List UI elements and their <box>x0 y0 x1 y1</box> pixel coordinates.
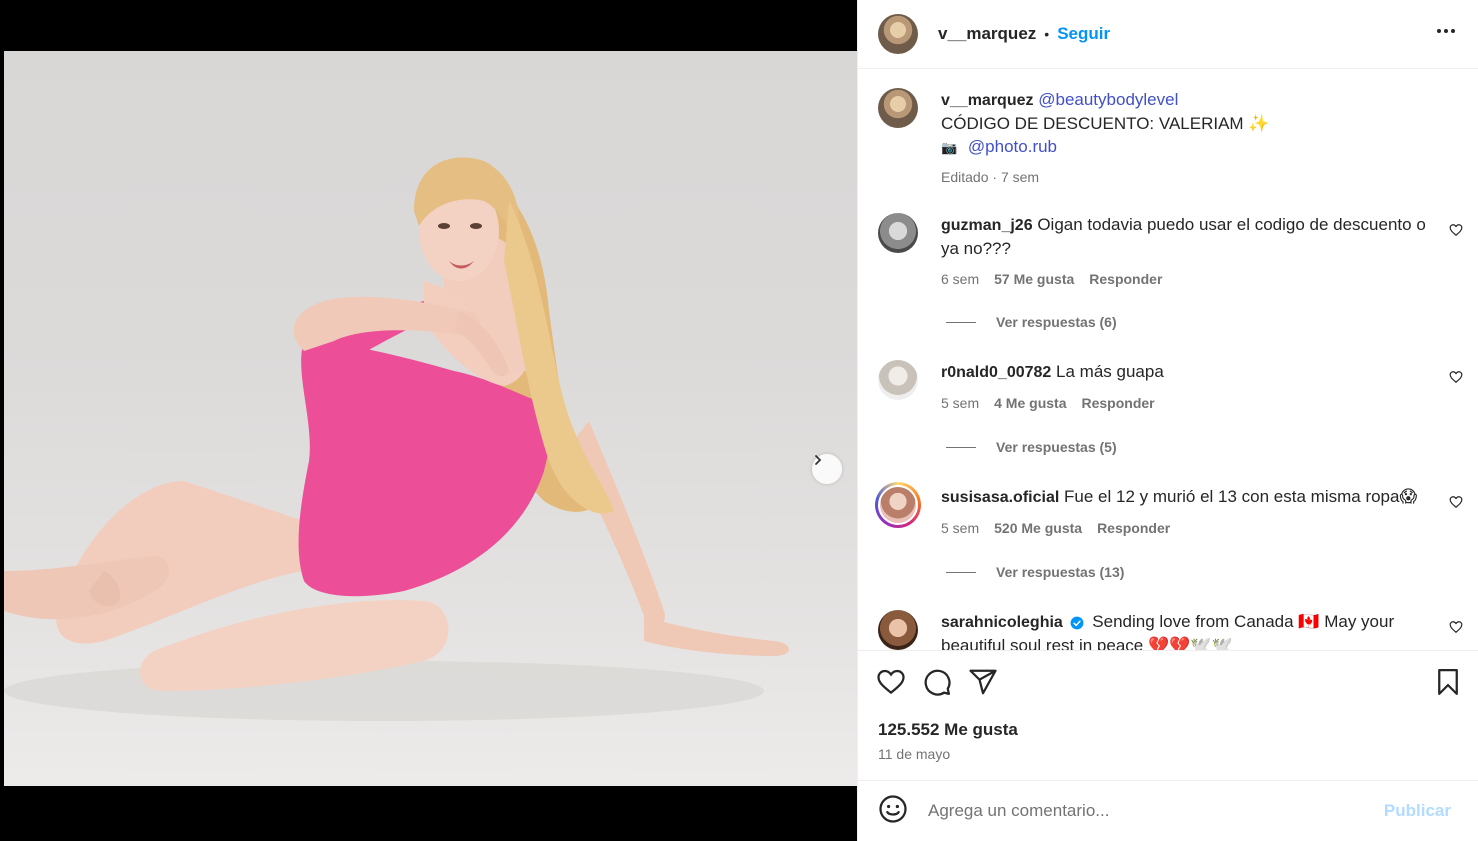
comment-username[interactable]: sarahnicoleghia <box>941 614 1063 631</box>
add-comment-bar: Publicar <box>858 780 1478 841</box>
follow-button[interactable]: Seguir <box>1057 24 1110 44</box>
comment-like-button[interactable] <box>1449 495 1463 514</box>
share-button[interactable] <box>968 667 998 702</box>
next-slide-button[interactable] <box>812 454 842 484</box>
comment-username[interactable]: r0nald0_00782 <box>941 364 1051 381</box>
comment-like-button[interactable] <box>1449 223 1463 242</box>
action-icons <box>876 667 998 702</box>
view-replies-button[interactable]: Ver respuestas (13) <box>946 564 1124 580</box>
comment-item: r0nald0_00782 La más guapa 5 sem 4 Me gu… <box>878 360 1463 415</box>
caption-avatar[interactable] <box>878 88 918 128</box>
chevron-right-icon <box>815 455 822 465</box>
view-replies-label: Ver respuestas (6) <box>996 314 1117 330</box>
caption-mention-beautybodylevel[interactable]: @beautybodylevel <box>1038 90 1178 109</box>
comment-likes[interactable]: 4 Me gusta <box>994 392 1066 415</box>
comment-item: susisasa.oficial Fue el 12 y murió el 13… <box>875 482 1463 540</box>
caption-edited-label: Editado <box>941 169 989 185</box>
verified-badge-icon <box>1070 616 1083 629</box>
camera-emoji: 📷 <box>941 140 958 155</box>
comment-text: La más guapa <box>1056 362 1164 381</box>
comment-input[interactable] <box>928 801 1368 821</box>
comment-icon <box>924 669 951 696</box>
author-username[interactable]: v__marquez <box>938 24 1036 44</box>
more-horizontal-icon <box>1437 29 1455 33</box>
caption-username[interactable]: v__marquez <box>941 92 1034 109</box>
send-icon <box>969 669 997 695</box>
reply-button[interactable]: Responder <box>1089 268 1162 291</box>
author-avatar[interactable] <box>878 14 918 54</box>
comment-like-button[interactable] <box>1449 370 1463 389</box>
heart-icon <box>1449 371 1463 384</box>
comment-time: 5 sem <box>941 395 980 411</box>
more-options-button[interactable] <box>1435 20 1457 47</box>
photo-illustration <box>4 157 789 721</box>
like-button[interactable] <box>876 667 906 702</box>
comment-button[interactable] <box>922 667 952 702</box>
post-panel: v__marquez • Seguir v__marquez @beautybo… <box>857 0 1478 841</box>
view-replies-label: Ver respuestas (13) <box>996 564 1125 580</box>
post-date[interactable]: 11 de mayo <box>878 746 950 762</box>
view-replies-label: Ver respuestas (5) <box>996 439 1117 455</box>
emoji-icon <box>879 794 907 823</box>
comment-item: sarahnicoleghia Sending love from Canada… <box>878 610 1463 650</box>
post-photo[interactable] <box>4 51 857 786</box>
comment-username[interactable]: susisasa.oficial <box>941 489 1059 506</box>
post-caption: v__marquez @beautybodylevel CÓDIGO DE DE… <box>878 88 1270 189</box>
publish-button[interactable]: Publicar <box>1384 801 1451 821</box>
replies-line <box>946 446 976 448</box>
post-header: v__marquez • Seguir <box>858 0 1478 69</box>
header-separator: • <box>1044 26 1050 42</box>
reply-button[interactable]: Responder <box>1081 392 1154 415</box>
bookmark-icon <box>1438 669 1458 695</box>
sparkles-emoji: ✨ <box>1248 114 1270 133</box>
emoji-button[interactable] <box>878 794 908 829</box>
caption-mention-photo-rub[interactable]: @photo.rub <box>968 137 1057 156</box>
comment-item: guzman_j26 Oigan todavia puedo usar el c… <box>878 213 1463 291</box>
post-media <box>4 0 857 841</box>
comment-time: 6 sem <box>941 271 980 287</box>
comment-username[interactable]: guzman_j26 <box>941 217 1033 234</box>
caption-time: 7 sem <box>1000 169 1040 185</box>
comments-section[interactable]: v__marquez @beautybodylevel CÓDIGO DE DE… <box>858 70 1478 650</box>
post-action-bar: 125.552 Me gusta 11 de mayo <box>858 650 1478 780</box>
comment-likes[interactable]: 57 Me gusta <box>994 268 1074 291</box>
comment-avatar[interactable] <box>878 360 918 400</box>
view-replies-button[interactable]: Ver respuestas (6) <box>946 314 1117 330</box>
save-button[interactable] <box>1433 667 1463 702</box>
comment-avatar[interactable] <box>878 213 918 253</box>
comment-time: 5 sem <box>941 520 980 536</box>
replies-line <box>946 321 976 323</box>
comment-avatar[interactable] <box>878 610 918 650</box>
likes-count[interactable]: 125.552 Me gusta <box>878 720 1018 740</box>
comment-like-button[interactable] <box>1449 620 1463 639</box>
heart-icon <box>877 669 905 695</box>
caption-meta-dot: · <box>992 169 998 185</box>
heart-icon <box>1449 496 1463 509</box>
heart-icon <box>1449 224 1463 237</box>
view-replies-button[interactable]: Ver respuestas (5) <box>946 439 1117 455</box>
comment-text: Fue el 12 y murió el 13 con esta misma r… <box>1064 487 1418 506</box>
replies-line <box>946 571 976 573</box>
caption-text: CÓDIGO DE DESCUENTO: VALERIAM <box>941 114 1244 133</box>
comment-likes[interactable]: 520 Me gusta <box>994 517 1082 540</box>
comment-avatar-story-ring[interactable] <box>875 482 921 528</box>
heart-icon <box>1449 621 1463 634</box>
reply-button[interactable]: Responder <box>1097 517 1170 540</box>
